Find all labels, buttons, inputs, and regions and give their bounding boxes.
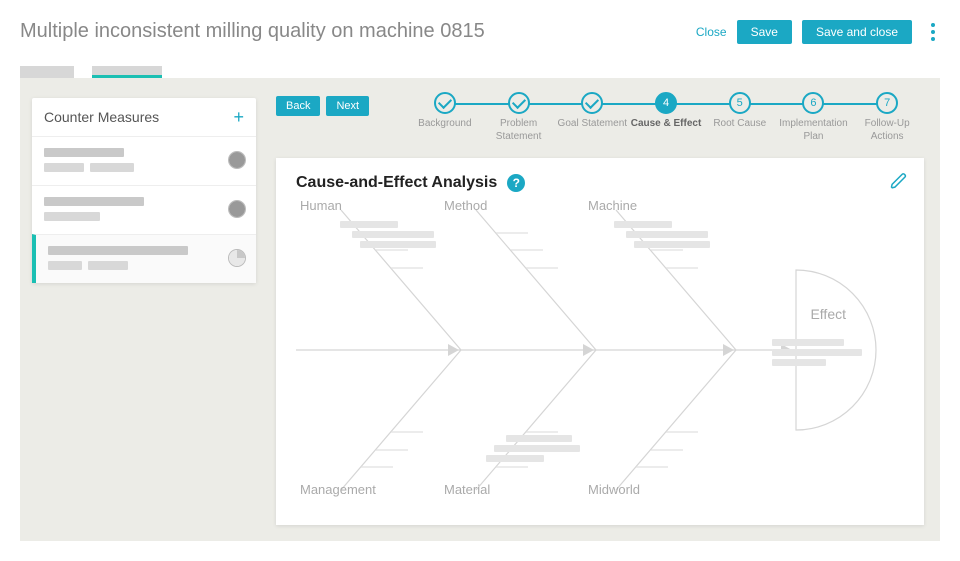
fishbone-diagram: Human Method Machine Management Material… [296, 200, 904, 500]
status-pie-icon [228, 151, 246, 169]
category-material: Material [444, 482, 490, 497]
cause-effect-card: Cause-and-Effect Analysis ? [276, 158, 924, 525]
step-problem-statement[interactable]: Problem Statement [482, 92, 556, 143]
counter-measure-item-selected[interactable] [32, 234, 256, 283]
edit-pencil-icon[interactable] [890, 172, 908, 195]
save-button[interactable]: Save [737, 20, 792, 44]
counter-measure-item[interactable] [32, 185, 256, 234]
counter-measures-panel: Counter Measures + [32, 98, 256, 283]
category-machine: Machine [588, 198, 637, 213]
help-icon[interactable]: ? [507, 174, 525, 192]
next-button[interactable]: Next [326, 96, 369, 116]
step-cause-effect[interactable]: 4Cause & Effect [629, 92, 703, 143]
save-and-close-button[interactable]: Save and close [802, 20, 912, 44]
step-root-cause[interactable]: 5Root Cause [703, 92, 777, 143]
counter-measures-title: Counter Measures [44, 109, 159, 125]
tab-bar [20, 66, 162, 78]
wizard-stepper: Background Problem Statement Goal Statem… [408, 92, 924, 143]
card-title: Cause-and-Effect Analysis [296, 174, 497, 192]
status-pie-icon [228, 249, 246, 267]
step-goal-statement[interactable]: Goal Statement [555, 92, 629, 143]
back-button[interactable]: Back [276, 96, 320, 116]
counter-measure-item[interactable] [32, 136, 256, 185]
close-link[interactable]: Close [696, 25, 727, 39]
header: Multiple inconsistent milling quality on… [20, 20, 940, 78]
more-actions-kebab[interactable] [926, 23, 940, 41]
step-follow-up-actions[interactable]: 7Follow-Up Actions [850, 92, 924, 143]
step-implementation-plan[interactable]: 6Implementation Plan [777, 92, 851, 143]
category-management: Management [300, 482, 376, 497]
category-midworld: Midworld [588, 482, 640, 497]
tab-placeholder-1[interactable] [20, 66, 74, 78]
category-human: Human [300, 198, 342, 213]
step-background[interactable]: Background [408, 92, 482, 143]
category-method: Method [444, 198, 487, 213]
effect-label: Effect [810, 306, 846, 322]
status-pie-icon [228, 200, 246, 218]
tab-placeholder-2-active[interactable] [92, 66, 162, 78]
add-counter-measure-button[interactable]: + [233, 108, 244, 126]
